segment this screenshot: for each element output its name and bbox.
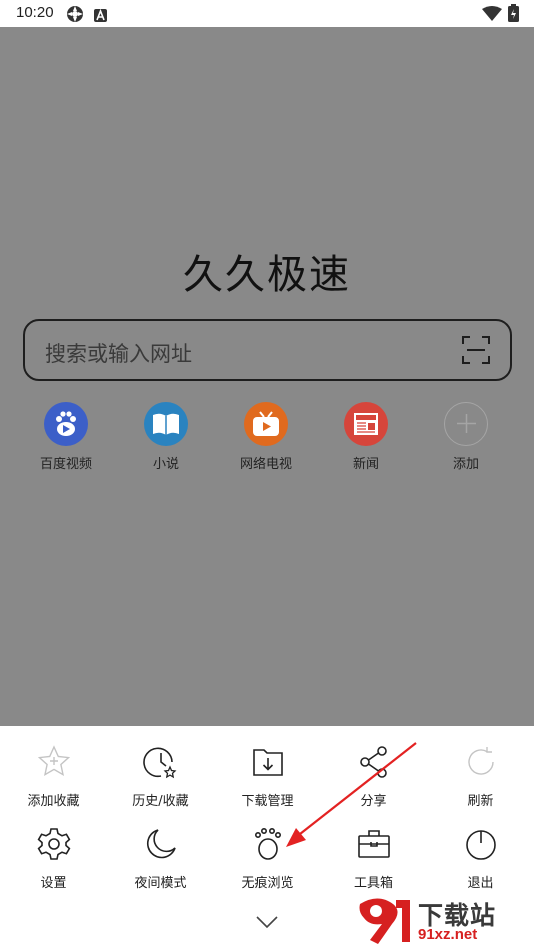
menu-label: 刷新 <box>467 794 494 809</box>
gear-status-icon <box>66 5 84 27</box>
power-icon <box>463 826 499 862</box>
menu-refresh[interactable]: 刷新 <box>427 744 534 809</box>
chevron-down-icon[interactable] <box>252 912 282 932</box>
shortcut-label: 百度视频 <box>39 457 92 472</box>
brand-title: 久久极速 <box>183 252 351 298</box>
shortcut-label: 添加 <box>452 457 479 472</box>
star-add-icon <box>36 744 72 780</box>
menu-night-mode[interactable]: 夜间模式 <box>107 826 214 891</box>
history-clock-icon <box>142 744 179 780</box>
status-time: 10:20 <box>16 4 54 21</box>
baidu-video-icon <box>44 402 88 446</box>
menu-incognito[interactable]: 无痕浏览 <box>214 826 321 891</box>
menu-label: 夜间模式 <box>134 876 187 891</box>
shortcut-baidu-video[interactable]: 百度视频 <box>16 402 116 472</box>
search-input[interactable]: 搜索或输入网址 <box>23 319 512 381</box>
menu-toolbox[interactable]: 工具箱 <box>320 826 427 891</box>
paw-icon <box>250 826 286 862</box>
shortcut-label: 小说 <box>152 457 179 472</box>
menu-label: 历史/收藏 <box>132 794 189 809</box>
book-icon <box>144 402 188 446</box>
status-bar: 10:20 <box>0 0 534 27</box>
news-icon <box>344 402 388 446</box>
a-badge-icon <box>94 7 107 26</box>
menu-download-manager[interactable]: 下载管理 <box>214 744 321 809</box>
shortcut-network-tv[interactable]: 网络电视 <box>216 402 316 472</box>
menu-add-favorite[interactable]: 添加收藏 <box>0 744 107 809</box>
shortcut-grid: 百度视频 小说 网络电视 新闻 添加 <box>16 402 518 492</box>
menu-label: 添加收藏 <box>27 794 80 809</box>
menu-label: 无痕浏览 <box>241 876 294 891</box>
plus-icon <box>444 402 488 446</box>
tv-icon <box>244 402 288 446</box>
shortcut-label: 新闻 <box>352 457 379 472</box>
menu-label: 下载管理 <box>241 794 294 809</box>
home-page-dimmed: 久久极速 搜索或输入网址 百度视频 小说 网络电视 新闻 添加 <box>0 27 534 726</box>
shortcut-label: 网络电视 <box>239 457 292 472</box>
watermark-line2: 91xz.net <box>418 926 478 943</box>
scan-icon[interactable] <box>462 336 490 364</box>
shortcut-add[interactable]: 添加 <box>416 402 516 472</box>
menu-label: 分享 <box>360 794 387 809</box>
settings-gear-icon <box>36 826 72 862</box>
search-placeholder: 搜索或输入网址 <box>45 342 192 366</box>
shortcut-novel[interactable]: 小说 <box>116 402 216 472</box>
wifi-icon <box>482 6 502 25</box>
watermark: 下载站 91xz.net <box>356 896 528 946</box>
share-icon <box>356 744 392 780</box>
menu-exit[interactable]: 退出 <box>427 826 534 891</box>
shortcut-news[interactable]: 新闻 <box>316 402 416 472</box>
menu-label: 工具箱 <box>353 876 393 891</box>
moon-icon <box>143 826 179 862</box>
refresh-icon <box>463 744 499 780</box>
download-folder-icon <box>250 744 286 780</box>
menu-history[interactable]: 历史/收藏 <box>107 744 214 809</box>
menu-label: 设置 <box>40 876 67 891</box>
battery-icon <box>508 4 519 26</box>
menu-label: 退出 <box>467 876 494 891</box>
toolbox-icon <box>356 826 392 862</box>
menu-share[interactable]: 分享 <box>320 744 427 809</box>
watermark-logo-icon <box>359 898 410 944</box>
menu-settings[interactable]: 设置 <box>0 826 107 891</box>
